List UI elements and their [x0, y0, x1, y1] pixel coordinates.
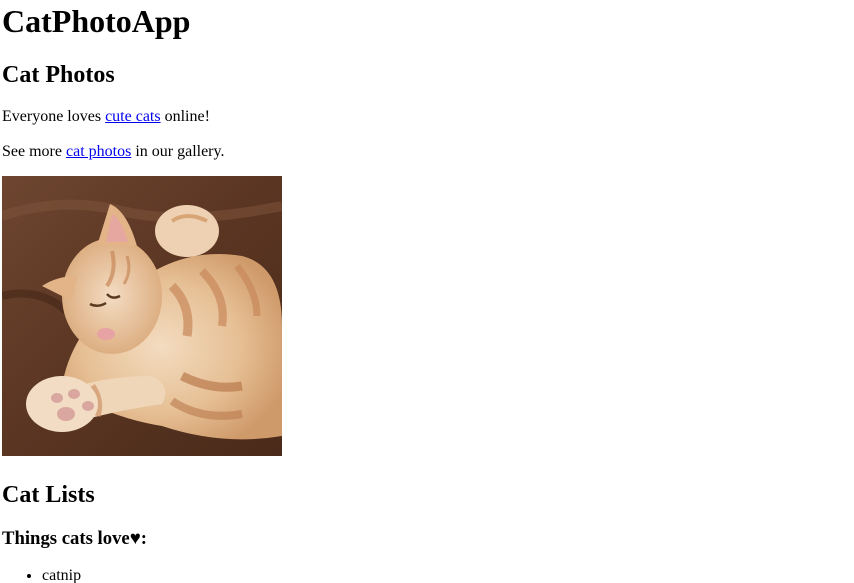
things-cats-love-list: catnip: [2, 566, 81, 583]
intro-paragraph: Everyone loves cute cats online!: [2, 107, 210, 127]
cat-lists-heading: Cat Lists: [2, 482, 95, 508]
cat-photos-link[interactable]: cat photos: [66, 143, 131, 160]
gallery-text-before: See more: [2, 143, 66, 160]
cat-photos-heading: Cat Photos: [2, 62, 115, 88]
list-item: catnip: [42, 566, 81, 583]
gallery-paragraph: See more cat photos in our gallery.: [2, 142, 224, 162]
things-cats-love-heading: Things cats love♥:: [2, 528, 148, 549]
intro-text-before: Everyone loves: [2, 108, 106, 125]
cat-photo-image[interactable]: [2, 176, 282, 456]
intro-text-after: online!: [160, 108, 210, 125]
gallery-text-after: in our gallery.: [131, 143, 225, 160]
page-title: CatPhotoApp: [2, 3, 191, 39]
cute-cats-link[interactable]: cute cats: [105, 108, 161, 125]
